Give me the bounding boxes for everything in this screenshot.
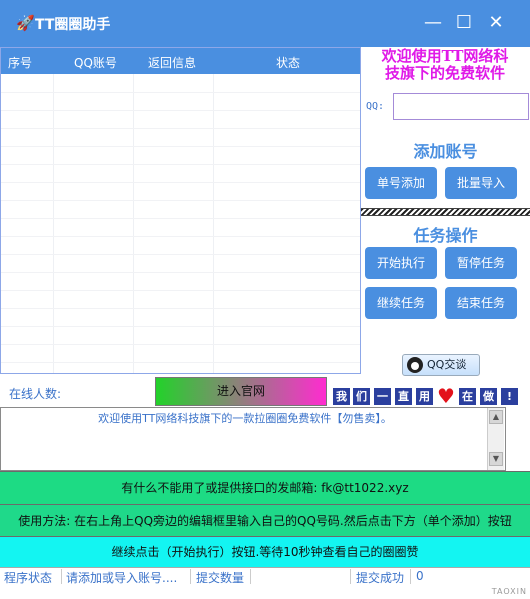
- qq-penguin-icon: [407, 357, 423, 373]
- row-divider: [1, 218, 360, 219]
- row-divider: [1, 308, 360, 309]
- enter-website-button[interactable]: 进入官网: [155, 377, 327, 406]
- column-divider: [53, 74, 54, 373]
- slogan-char: 用: [416, 388, 433, 405]
- column-header-qq[interactable]: QQ账号: [74, 54, 117, 71]
- email-info-band: 有什么不能用了或提供接口的发邮箱: fk@tt1022.xyz: [0, 471, 530, 504]
- panel-divider: [361, 208, 530, 216]
- row-divider: [1, 164, 360, 165]
- welcome-line-2: 技旗下的免费软件: [384, 64, 505, 82]
- column-divider: [213, 74, 214, 373]
- row-divider: [1, 236, 360, 237]
- account-table[interactable]: 序号 QQ账号 返回信息 状态: [0, 47, 361, 374]
- status-divider: [250, 569, 251, 584]
- usage-info-text: 使用方法: 在右上角上QQ旁边的编辑框里输入自己的QQ号码.然后点击下方（单个添…: [18, 514, 512, 528]
- row-divider: [1, 344, 360, 345]
- slogan-char: 在: [459, 388, 476, 405]
- add-account-heading: 添加账号: [413, 142, 478, 161]
- row-divider: [1, 128, 360, 129]
- row-divider: [1, 362, 360, 363]
- online-count-label: 在线人数:: [9, 387, 62, 401]
- status-divider: [61, 569, 62, 584]
- row-divider: [1, 146, 360, 147]
- row-divider: [1, 326, 360, 327]
- continue-info-band: 继续点击（开始执行）按钮.等待10秒钟查看自己的圈圈赞: [0, 536, 530, 567]
- row-divider: [1, 290, 360, 291]
- qq-input[interactable]: [393, 93, 529, 120]
- status-bar: 程序状态 请添加或导入账号.... 提交数量 提交成功 0: [0, 567, 530, 585]
- row-divider: [1, 272, 360, 273]
- welcome-line-1: 欢迎使用TT网络科: [381, 47, 509, 65]
- heart-icon: ♥: [437, 384, 455, 408]
- welcome-banner: 欢迎使用TT网络科 技旗下的免费软件: [368, 48, 522, 82]
- column-header-status[interactable]: 状态: [276, 54, 300, 71]
- window-title: TT圈圈助手: [35, 17, 111, 33]
- column-divider: [133, 74, 134, 373]
- qq-label: QQ:: [366, 101, 385, 112]
- scroll-up-arrow-icon[interactable]: ▲: [489, 410, 503, 424]
- brand-mark: TAOXIN: [491, 587, 527, 596]
- table-header: 序号 QQ账号 返回信息 状态: [1, 48, 360, 74]
- row-divider: [1, 200, 360, 201]
- maximize-button[interactable]: ☐: [451, 10, 477, 36]
- slogan-char: 我: [333, 388, 350, 405]
- pause-task-button[interactable]: 暂停任务: [445, 247, 517, 279]
- submit-success-value: 0: [416, 569, 424, 583]
- bottom-strip: [0, 585, 530, 599]
- end-task-button[interactable]: 结束任务: [445, 287, 517, 319]
- column-header-index[interactable]: 序号: [8, 54, 32, 71]
- row-divider: [1, 110, 360, 111]
- usage-info-band: 使用方法: 在右上角上QQ旁边的编辑框里输入自己的QQ号码.然后点击下方（单个添…: [0, 504, 530, 536]
- slogan-char: 们: [353, 388, 370, 405]
- row-divider: [1, 92, 360, 93]
- rocket-icon: 🚀: [16, 14, 35, 32]
- slogan-char: 一: [374, 388, 391, 405]
- program-status-label: 程序状态: [4, 571, 53, 585]
- submit-success-label: 提交成功: [356, 571, 405, 585]
- title-bar: 🚀 TT圈圈助手 — ☐ ✕: [0, 0, 530, 47]
- status-hint: 请添加或导入账号....: [66, 571, 178, 585]
- scroll-down-arrow-icon[interactable]: ▼: [489, 452, 503, 466]
- column-header-return-info[interactable]: 返回信息: [148, 54, 196, 71]
- slogan-char: 直: [395, 388, 412, 405]
- email-info-text: 有什么不能用了或提供接口的发邮箱: fk@tt1022.xyz: [121, 481, 409, 495]
- single-add-button[interactable]: 单号添加: [365, 167, 437, 199]
- slogan-char: 做: [480, 388, 497, 405]
- resume-task-button[interactable]: 继续任务: [365, 287, 437, 319]
- row-divider: [1, 254, 360, 255]
- message-scrollbar[interactable]: ▲ ▼: [487, 408, 504, 470]
- submit-count-label: 提交数量: [196, 571, 245, 585]
- continue-info-text: 继续点击（开始执行）按钮.等待10秒钟查看自己的圈圈赞: [111, 545, 419, 559]
- start-task-button[interactable]: 开始执行: [365, 247, 437, 279]
- status-divider: [410, 569, 411, 584]
- task-heading: 任务操作: [413, 226, 478, 245]
- message-text: 欢迎使用TT网络科技旗下的一款拉圈圈免费软件【勿售卖】。: [98, 412, 392, 425]
- qq-chat-label: QQ交谈: [427, 358, 467, 371]
- status-divider: [350, 569, 351, 584]
- close-button[interactable]: ✕: [483, 10, 509, 36]
- batch-import-button[interactable]: 批量导入: [445, 167, 517, 199]
- status-divider: [190, 569, 191, 584]
- minimize-button[interactable]: —: [420, 10, 446, 36]
- qq-chat-button[interactable]: QQ交谈: [402, 354, 480, 376]
- slogan-char: !: [501, 388, 518, 405]
- row-divider: [1, 182, 360, 183]
